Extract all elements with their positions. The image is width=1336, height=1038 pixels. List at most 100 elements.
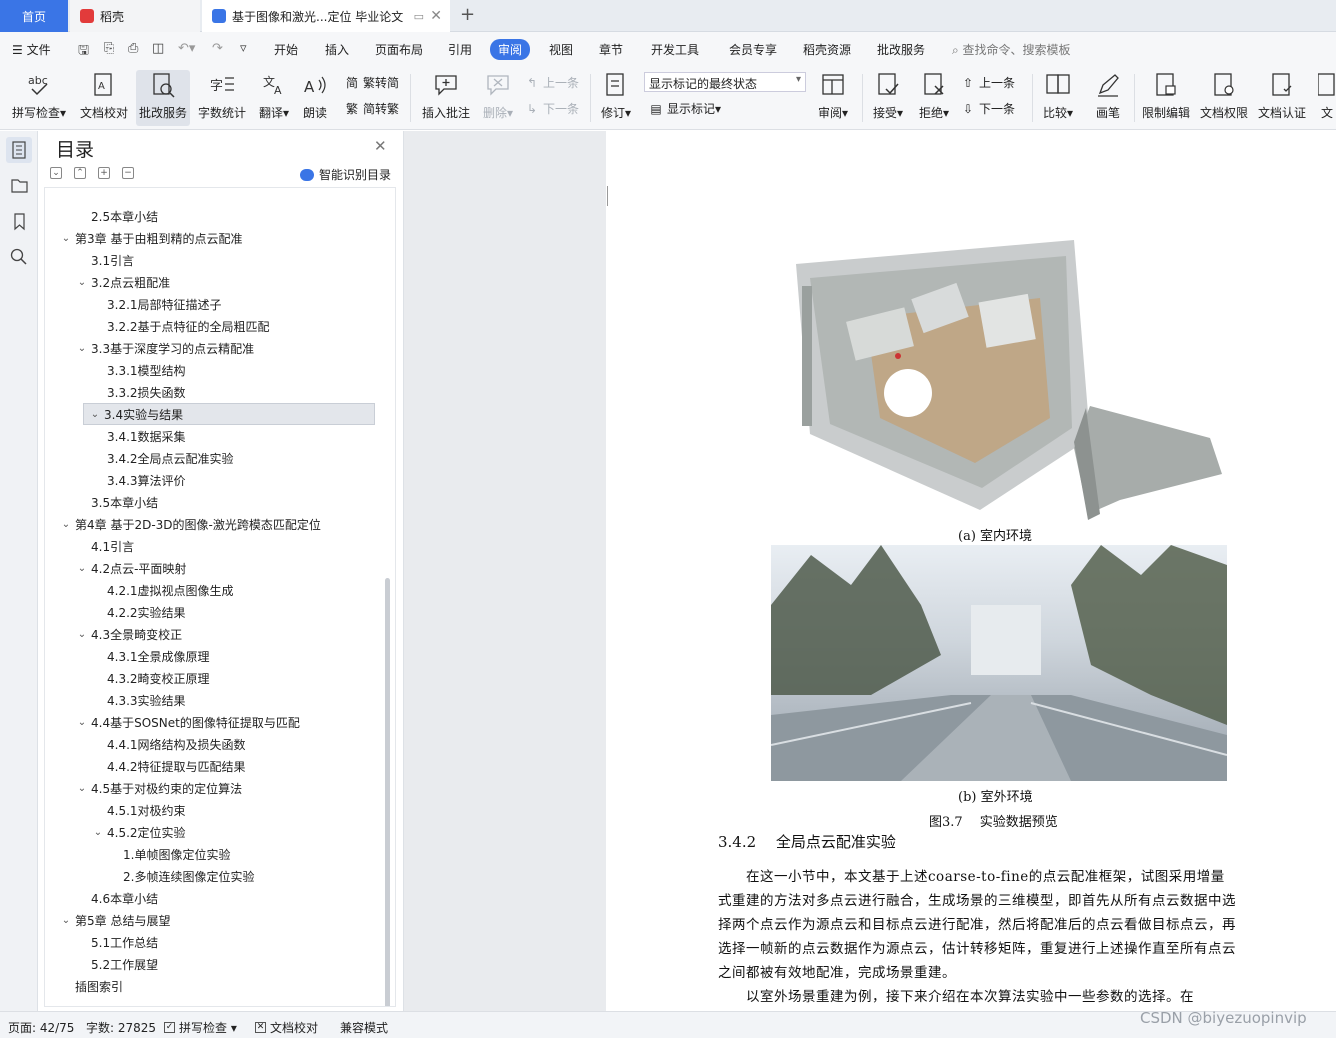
toc-item[interactable]: ⌄ 3.4实验与结果 <box>83 403 375 425</box>
next-comment-button[interactable]: ↳ 下一条 <box>524 100 579 117</box>
doc-permission-button[interactable]: 文档权限 <box>1198 70 1250 126</box>
toc-item[interactable]: 4.5.1对极约束 <box>45 799 385 821</box>
accept-button[interactable]: 接受▾ <box>868 70 908 126</box>
toc-item[interactable]: 5.1工作总结 <box>45 931 385 953</box>
undo-icon[interactable]: ↶▾ <box>178 41 195 56</box>
toc-item[interactable]: 3.3.1模型结构 <box>45 359 385 381</box>
show-markup-button[interactable]: ▤ 显示标记 ▾ <box>648 100 721 117</box>
spell-check-button[interactable]: abc 拼写检查▾ <box>8 70 70 126</box>
monitor-icon[interactable]: ▭ <box>414 10 424 23</box>
markup-state-select[interactable]: 显示标记的最终状态 <box>644 72 806 92</box>
file-menu[interactable]: ☰ 文件 <box>12 41 51 58</box>
toc-item[interactable]: 3.3.2损失函数 <box>45 381 385 403</box>
close-tab-icon[interactable]: ✕ <box>430 8 442 24</box>
expand-all-icon[interactable]: ⌃ <box>74 167 86 179</box>
customize-icon[interactable]: ▿ <box>240 41 247 56</box>
toc-item[interactable]: ⌄ 第3章 基于由粗到精的点云配准 <box>45 227 385 249</box>
prev-comment-button[interactable]: ↰ 上一条 <box>524 74 579 91</box>
toc-item[interactable]: 3.5本章小结 <box>45 491 385 513</box>
toc-item[interactable]: 4.3.3实验结果 <box>45 689 385 711</box>
toc-item[interactable]: 4.2.1虚拟视点图像生成 <box>45 579 385 601</box>
add-tab-button[interactable]: + <box>460 4 475 25</box>
toc-item[interactable]: 3.4.2全局点云配准实验 <box>45 447 385 469</box>
toc-item[interactable]: 4.4.2特征提取与匹配结果 <box>45 755 385 777</box>
toc-item[interactable]: ⌄ 第5章 总结与展望 <box>45 909 385 931</box>
toc-item[interactable]: 3.4.1数据采集 <box>45 425 385 447</box>
chevron-down-icon[interactable]: ⌄ <box>75 783 89 794</box>
toc-item[interactable]: ⌄ 4.5.2定位实验 <box>45 821 385 843</box>
next-change-button[interactable]: ⇩ 下一条 <box>960 100 1015 117</box>
toc-item[interactable]: ⌄ 第4章 基于2D-3D的图像-激光跨模态匹配定位 <box>45 513 385 535</box>
tab-document[interactable]: 基于图像和激光...定位 毕业论文 ▭ ✕ <box>202 0 450 32</box>
toc-item[interactable]: 3.2.2基于点特征的全局粗匹配 <box>45 315 385 337</box>
add-heading-icon[interactable]: + <box>98 167 110 179</box>
remove-heading-icon[interactable]: − <box>122 167 134 179</box>
export-icon[interactable]: ⎘ <box>104 41 114 56</box>
toc-item[interactable]: 4.3.1全景成像原理 <box>45 645 385 667</box>
menu-correction[interactable]: 批改服务 <box>877 41 925 58</box>
toc-item[interactable]: 2.5本章小结 <box>45 205 385 227</box>
page-indicator[interactable]: 页面: 42/75 <box>8 1019 74 1036</box>
find-icon[interactable] <box>9 247 29 267</box>
read-aloud-button[interactable]: A 朗读 <box>298 70 332 126</box>
menu-chapter[interactable]: 章节 <box>599 41 623 58</box>
save-icon[interactable]: 🖫 <box>78 41 89 63</box>
chevron-down-icon[interactable]: ⌄ <box>75 717 89 728</box>
menu-layout[interactable]: 页面布局 <box>375 41 423 58</box>
chevron-down-icon[interactable]: ⌄ <box>59 915 73 926</box>
delete-comment-button[interactable]: 删除▾ <box>478 70 518 126</box>
toc-item[interactable]: ⌄ 3.3基于深度学习的点云精配准 <box>45 337 385 359</box>
chevron-down-icon[interactable]: ⌄ <box>75 629 89 640</box>
word-count-indicator[interactable]: 字数: 27825 <box>86 1019 156 1036</box>
toc-item[interactable]: 3.4.3算法评价 <box>45 469 385 491</box>
pen-button[interactable]: 画笔 <box>1088 70 1128 126</box>
chapter-nav-icon[interactable] <box>9 175 29 195</box>
toc-item[interactable]: ⌄ 4.4基于SOSNet的图像特征提取与匹配 <box>45 711 385 733</box>
doc-cert-button[interactable]: 文档认证 <box>1256 70 1308 126</box>
redo-icon[interactable]: ↷ <box>212 41 223 56</box>
toc-item[interactable]: 3.1引言 <box>45 249 385 271</box>
toc-item[interactable]: 2.多帧连续图像定位实验 <box>45 865 385 887</box>
bookmark-icon[interactable] <box>9 211 29 231</box>
revise-button[interactable]: 修订▾ <box>596 70 636 126</box>
toc-item[interactable]: 4.6本章小结 <box>45 887 385 909</box>
chevron-down-icon[interactable]: ⌄ <box>75 563 89 574</box>
toc-item[interactable]: 4.3.2畸变校正原理 <box>45 667 385 689</box>
correction-service-button[interactable]: 批改服务 <box>136 70 190 126</box>
chevron-down-icon[interactable]: ⌄ <box>59 233 73 244</box>
more-ribbon-button[interactable]: 文 <box>1318 70 1336 126</box>
word-count-button[interactable]: 字 字数统计 <box>196 70 248 126</box>
print-icon[interactable]: ⎙ <box>128 41 138 56</box>
toc-item[interactable]: 5.2工作展望 <box>45 953 385 975</box>
close-icon[interactable]: ✕ <box>374 137 387 155</box>
menu-developer[interactable]: 开发工具 <box>651 41 699 58</box>
chevron-down-icon[interactable]: ⌄ <box>59 519 73 530</box>
simp-to-trad-button[interactable]: 繁简转繁 <box>344 100 399 117</box>
trad-to-simp-button[interactable]: 简繁转简 <box>344 74 399 91</box>
chevron-down-icon[interactable]: ⌄ <box>88 409 102 420</box>
toc-scrollbar[interactable] <box>385 578 390 1006</box>
restrict-edit-button[interactable]: 限制编辑 <box>1140 70 1192 126</box>
toc-item[interactable]: 1.单帧图像定位实验 <box>45 843 385 865</box>
tab-home[interactable]: 首页 <box>0 0 68 32</box>
toc-item[interactable]: 3.2.1局部特征描述子 <box>45 293 385 315</box>
status-spell-check[interactable]: ✓ 拼写检查 ▾ <box>164 1019 237 1036</box>
collapse-all-icon[interactable]: ⌄ <box>50 167 62 179</box>
menu-reference[interactable]: 引用 <box>448 41 472 58</box>
toc-item[interactable]: 4.1引言 <box>45 535 385 557</box>
chevron-down-icon[interactable]: ⌄ <box>91 827 105 838</box>
command-search[interactable]: ⌕ 查找命令、搜索模板 <box>952 41 1071 58</box>
menu-member[interactable]: 会员专享 <box>729 41 777 58</box>
proofread-button[interactable]: A 文档校对 <box>78 70 130 126</box>
chevron-down-icon[interactable]: ⌄ <box>75 343 89 354</box>
menu-start[interactable]: 开始 <box>274 41 298 58</box>
preview-icon[interactable]: ◫ <box>152 41 164 56</box>
menu-daoke-resources[interactable]: 稻壳资源 <box>803 41 851 58</box>
review-pane-button[interactable]: 审阅▾ <box>812 70 854 126</box>
reject-button[interactable]: 拒绝▾ <box>914 70 954 126</box>
toc-item[interactable]: ⌄ 4.2点云-平面映射 <box>45 557 385 579</box>
toc-item[interactable]: 插图索引 <box>45 975 385 997</box>
toc-item[interactable]: 4.4.1网络结构及损失函数 <box>45 733 385 755</box>
compare-button[interactable]: 比较▾ <box>1038 70 1078 126</box>
menu-view[interactable]: 视图 <box>549 41 573 58</box>
